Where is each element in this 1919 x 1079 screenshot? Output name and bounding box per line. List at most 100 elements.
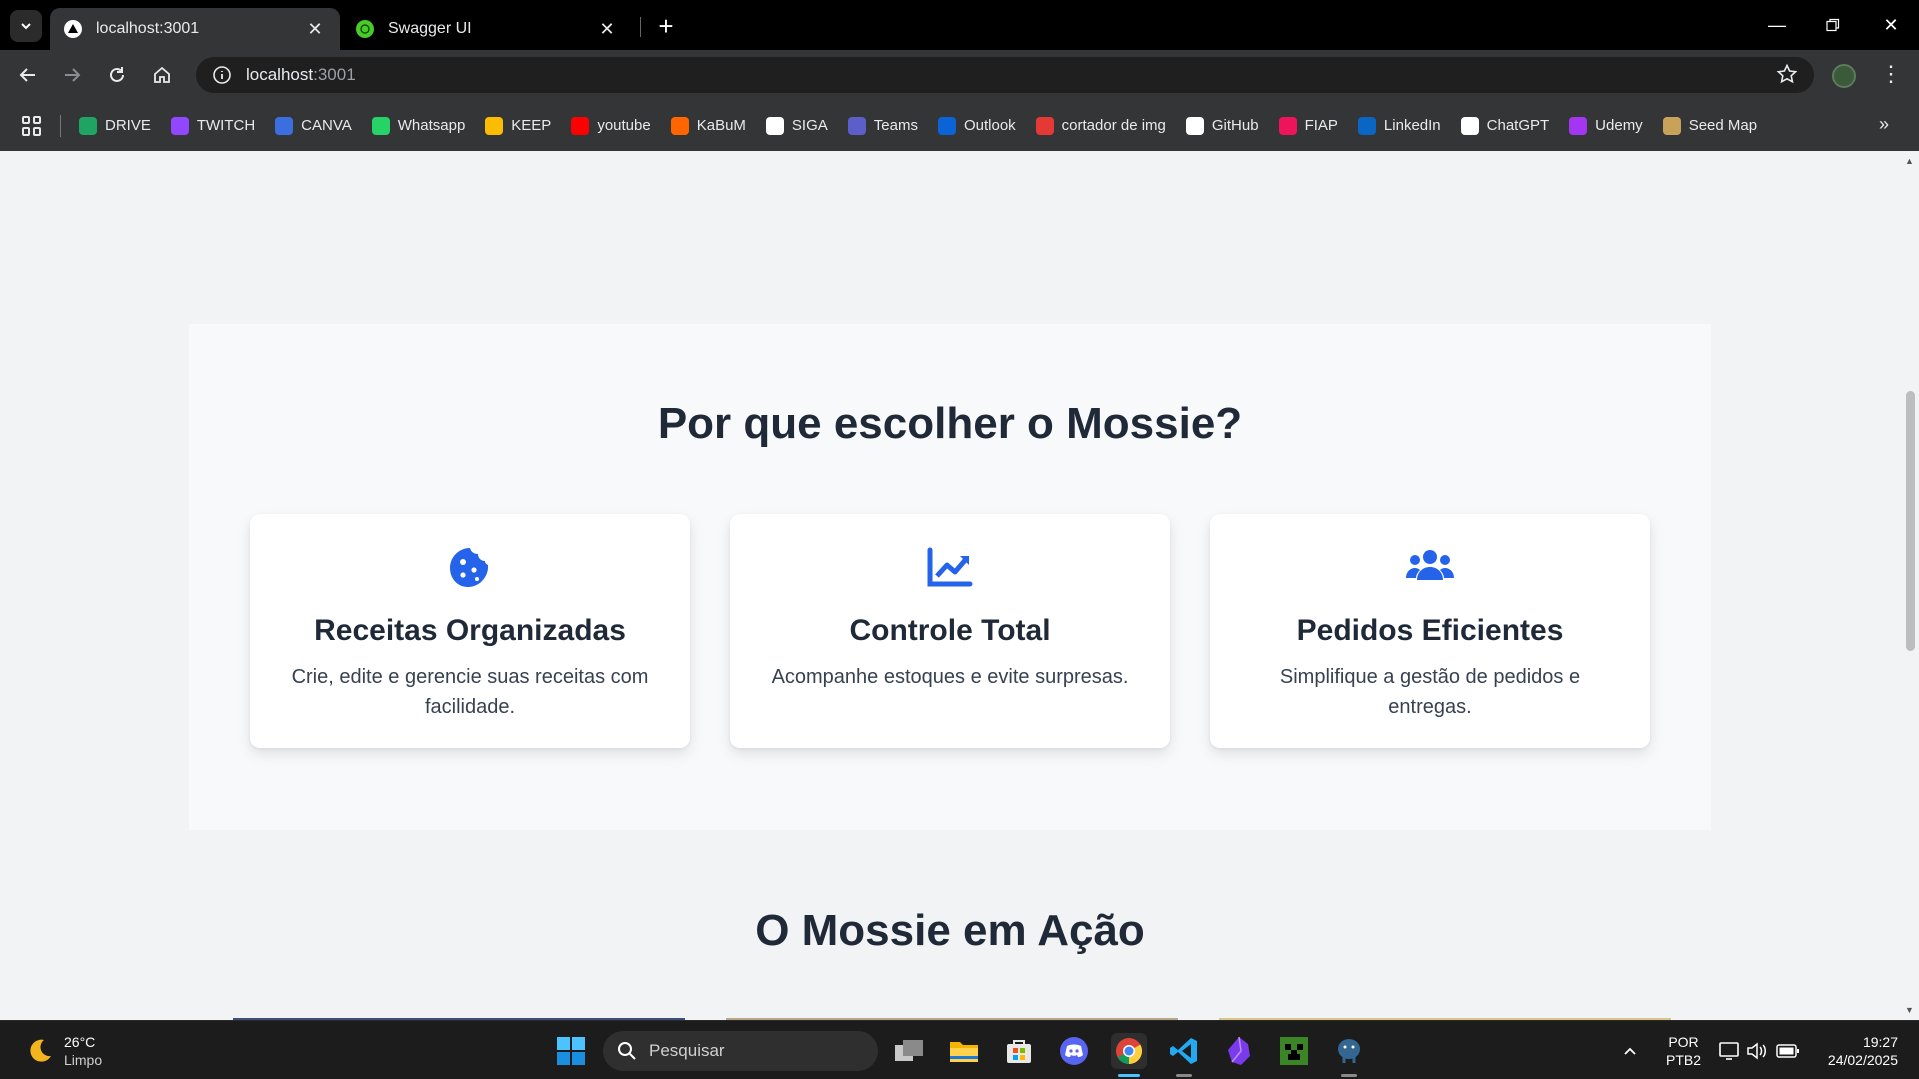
apps-grid-icon[interactable] (22, 115, 42, 136)
twitch-icon (170, 116, 189, 135)
show-hidden-icons[interactable] (1622, 1021, 1638, 1079)
features-title: Por que escolher o Mossie? (657, 399, 1243, 448)
linkedin-icon (1357, 116, 1376, 135)
bookmark-udemy[interactable]: Udemy (1569, 116, 1643, 135)
chevron-down-icon (21, 23, 31, 30)
bookmark-canva[interactable]: CANVA (275, 116, 352, 135)
bookmarks-separator (60, 114, 61, 137)
scroll-down-icon[interactable]: ▼ (1905, 1005, 1914, 1015)
back-icon[interactable] (12, 59, 44, 91)
chrome-active-indicator (1118, 1074, 1140, 1077)
profile-avatar[interactable] (1832, 64, 1856, 88)
browser-menu-icon[interactable]: ⋮ (1880, 62, 1902, 86)
input-language[interactable]: POR PTB2 (1666, 1021, 1701, 1079)
scrollbar-thumb[interactable] (1906, 391, 1915, 651)
postgresql-running-indicator (1341, 1074, 1357, 1077)
tab-localhost[interactable]: localhost:3001 ✕ (50, 8, 340, 50)
bookmark-whatsapp[interactable]: Whatsapp (371, 116, 466, 135)
udemy-icon (1569, 116, 1588, 135)
bookmark-label: Whatsapp (397, 117, 466, 134)
bookmark-label: cortador de img (1061, 117, 1166, 134)
bookmark-siga[interactable]: SIGA (765, 116, 828, 135)
discord-icon[interactable] (1056, 1033, 1092, 1069)
bookmark-drive[interactable]: DRIVE (79, 116, 151, 135)
bookmark-seed-map[interactable]: Seed Map (1662, 116, 1758, 135)
more-bookmarks-icon[interactable]: » (1879, 114, 1889, 135)
keyboard-layout: PTB2 (1666, 1051, 1702, 1068)
bookmark-label: ChatGPT (1486, 117, 1550, 134)
windows-start-icon[interactable] (553, 1033, 589, 1069)
clock[interactable]: 19:27 24/02/2025 (1816, 1021, 1898, 1079)
weather-temp: 26°C (64, 1034, 96, 1050)
feature-card-orders: Pedidos Eficientes Simplifique a gestão … (1210, 514, 1650, 748)
close-tab-icon[interactable]: ✕ (596, 19, 618, 40)
reload-icon[interactable] (101, 59, 133, 91)
card-title: Pedidos Eficientes (1296, 614, 1564, 647)
forward-icon[interactable] (56, 59, 88, 91)
browser-tab-bar: localhost:3001 ✕ Swagger UI ✕ + — ✕ (0, 0, 1919, 50)
site-info-icon[interactable] (210, 63, 234, 87)
bookmark-linkedin[interactable]: LinkedIn (1357, 116, 1441, 135)
tab-swagger[interactable]: Swagger UI ✕ (342, 8, 632, 50)
bookmark-cortador-de-img[interactable]: cortador de img (1035, 116, 1166, 135)
volume-icon[interactable] (1746, 1021, 1768, 1079)
browser-toolbar: localhost:3001 ⋮ (0, 50, 1919, 100)
task-view-icon[interactable] (891, 1033, 927, 1069)
tab-title: Swagger UI (388, 20, 472, 37)
kabum-icon (670, 116, 689, 135)
vscode-icon[interactable] (1166, 1033, 1202, 1069)
users-icon (1210, 546, 1650, 586)
bookmark-star-icon[interactable] (1776, 63, 1798, 90)
new-tab-button[interactable]: + (650, 10, 682, 42)
battery-icon[interactable] (1776, 1021, 1800, 1079)
scroll-up-icon[interactable]: ▲ (1905, 156, 1914, 166)
close-tab-icon[interactable]: ✕ (304, 19, 326, 40)
card-text: Crie, edite e gerencie suas receitas com… (291, 666, 649, 718)
weather-widget[interactable]: 26°C Limpo (24, 1033, 102, 1069)
file-explorer-icon[interactable] (946, 1033, 982, 1069)
action-section-title: O Mossie em Ação (755, 906, 1145, 955)
chrome-icon[interactable] (1111, 1033, 1147, 1069)
home-icon[interactable] (146, 59, 178, 91)
obsidian-icon[interactable] (1221, 1033, 1257, 1069)
bookmark-kabum[interactable]: KaBuM (670, 116, 746, 135)
bookmark-label: LinkedIn (1383, 117, 1441, 134)
page-scrollbar[interactable]: ▲ ▼ (1902, 151, 1919, 1020)
close-window-icon[interactable]: ✕ (1866, 8, 1916, 42)
swagger-favicon-icon (356, 20, 374, 38)
bookmark-label: KaBuM (696, 117, 746, 134)
taskbar-search[interactable]: Pesquisar (603, 1031, 878, 1071)
bookmark-outlook[interactable]: Outlook (937, 116, 1016, 135)
whatsapp-icon (371, 116, 390, 135)
google-drive-icon (79, 116, 97, 135)
clock-time: 19:27 (1862, 1033, 1898, 1050)
network-icon[interactable] (1718, 1021, 1740, 1079)
card-title: Controle Total (849, 614, 1051, 647)
chatgpt-icon (1460, 116, 1479, 135)
microsoft-store-icon[interactable] (1001, 1033, 1037, 1069)
bookmark-chatgpt[interactable]: ChatGPT (1460, 116, 1550, 135)
weather-condition: Limpo (64, 1052, 103, 1068)
minecraft-icon[interactable] (1276, 1033, 1312, 1069)
vscode-running-indicator (1176, 1074, 1192, 1077)
minimize-icon[interactable]: — (1752, 8, 1802, 42)
bookmark-label: SIGA (791, 117, 828, 134)
postgresql-icon[interactable] (1331, 1033, 1367, 1069)
bookmark-label: Seed Map (1688, 117, 1758, 134)
bookmark-github[interactable]: GitHub (1185, 116, 1259, 135)
bookmarks-bar: DRIVE TWITCH CANVA Whatsapp KEEP youtube KaBuM… (0, 100, 1919, 151)
bookmark-fiap[interactable]: FIAP (1278, 116, 1338, 135)
image-cutter-icon (1035, 116, 1054, 135)
bookmark-twitch[interactable]: TWITCH (170, 116, 256, 135)
bookmark-youtube[interactable]: youtube (571, 116, 651, 135)
search-placeholder: Pesquisar (649, 1041, 725, 1060)
restore-icon[interactable] (1808, 8, 1858, 42)
tab-search-button[interactable] (10, 10, 42, 42)
bookmark-label: TWITCH (196, 117, 256, 134)
clock-date: 24/02/2025 (1827, 1051, 1898, 1068)
address-bar[interactable]: localhost:3001 (196, 57, 1814, 93)
chart-line-icon (730, 546, 1170, 590)
bookmark-teams[interactable]: Teams (847, 116, 918, 135)
bookmark-label: CANVA (301, 117, 352, 134)
bookmark-keep[interactable]: KEEP (485, 116, 551, 135)
